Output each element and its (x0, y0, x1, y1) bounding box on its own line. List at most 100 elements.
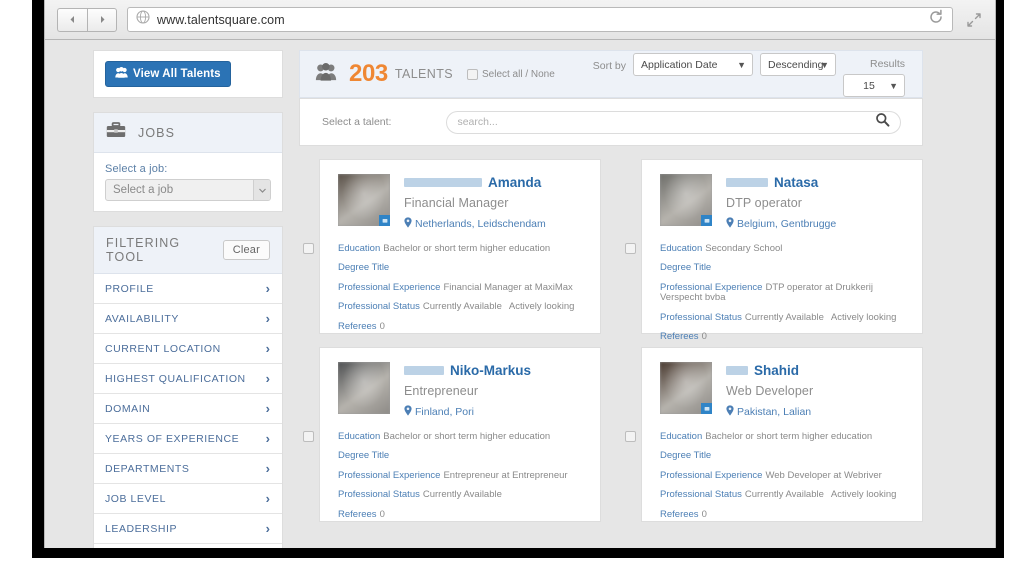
filter-item-leadership[interactable]: LEADERSHIP › (94, 514, 282, 544)
talent-first-name: Shahid (754, 363, 800, 378)
detail-education: Education Bachelor or short term higher e… (338, 431, 585, 442)
view-all-talents-button[interactable]: View All Talents (105, 61, 231, 87)
talent-select-checkbox[interactable] (625, 431, 636, 442)
filter-item-domain[interactable]: DOMAIN › (94, 394, 282, 424)
address-bar[interactable]: www.talentsquare.com (127, 7, 953, 32)
people-group-icon (315, 62, 337, 86)
select-all-control[interactable]: Select all / None (466, 68, 555, 80)
detail-label: Degree Title (660, 262, 712, 274)
detail-label: Referees (660, 331, 699, 343)
search-label: Select a talent: (322, 116, 392, 128)
talent-location: Belgium, Gentbrugge (726, 217, 907, 231)
talent-card-body[interactable]: Shahid Web Developer Pakistan, Lalian Educa… (641, 347, 923, 522)
talent-name: Natasa (726, 175, 907, 190)
detail-label: Referees (338, 320, 377, 332)
detail-professional-experience: Professional Experience Entrepreneur at E… (338, 470, 585, 481)
forward-button[interactable] (87, 7, 117, 32)
expand-icon[interactable] (961, 7, 987, 33)
sort-direction-select[interactable]: Descending ▼ (760, 53, 836, 76)
avatar (338, 362, 390, 414)
select-all-checkbox[interactable] (466, 68, 478, 80)
chevron-right-icon: › (265, 311, 270, 326)
detail-degree-title: Degree Title (338, 263, 585, 273)
talent-first-name: Amanda (488, 175, 542, 190)
clear-filters-button[interactable]: Clear (222, 240, 270, 260)
talent-card: Amanda Financial Manager Netherlands, Leid… (299, 159, 601, 334)
detail-value: Web Developer at Webriver (765, 469, 882, 481)
select-job-dropdown[interactable]: Select a job (105, 179, 271, 201)
results-per-page-value: 15 (863, 79, 875, 92)
results-per-page-select[interactable]: 15 ▼ (843, 74, 905, 97)
detail-referees: Referees 0 (660, 331, 907, 343)
detail-professional-status: Professional Status Currently Available (338, 490, 585, 500)
detail-value: 0 (701, 508, 707, 520)
chevron-right-icon: › (265, 491, 270, 506)
back-button[interactable] (57, 7, 87, 32)
redacted-surname (726, 178, 768, 187)
detail-professional-experience: Professional Experience Financial Manager… (338, 282, 585, 293)
talent-name: Shahid (726, 363, 907, 378)
filtering-tool-header: FILTERING TOOL Clear (94, 227, 282, 274)
filter-item-current-location[interactable]: CURRENT LOCATION › (94, 334, 282, 364)
detail-label: Degree Title (338, 262, 390, 274)
jobs-panel-header: JOBS (94, 113, 282, 153)
detail-value-secondary: Actively looking (830, 489, 897, 501)
talent-role: Financial Manager (404, 196, 509, 210)
detail-value: Bachelor or short term higher education (705, 431, 873, 442)
filter-item-departments[interactable]: DEPARTMENTS › (94, 454, 282, 484)
talent-card-body[interactable]: Amanda Financial Manager Netherlands, Leid… (319, 159, 601, 334)
select-job-label: Select a job: (105, 163, 168, 175)
detail-label: Degree Title (660, 450, 712, 462)
talent-card-body[interactable]: Natasa DTP operator Belgium, Gentbrugge Edu… (641, 159, 923, 342)
talent-role: DTP operator (726, 196, 803, 210)
url-text: www.talentsquare.com (157, 12, 285, 27)
detail-value: Bachelor or short term higher education (383, 431, 551, 442)
globe-icon (136, 10, 150, 29)
select-all-label: Select all / None (481, 68, 555, 80)
talent-location-text: Belgium, Gentbrugge (737, 218, 837, 230)
filter-item-job-level[interactable]: JOB LEVEL › (94, 484, 282, 514)
detail-label: Professional Status (338, 489, 420, 501)
summary-toolbar: 203 TALENTS Select all / None Sort by Ap… (299, 50, 923, 98)
filter-item-fluent-language[interactable]: FLUENT LANGUAGE› (94, 544, 282, 548)
jobs-panel-body: Select a job: Select a job (94, 153, 282, 211)
redacted-surname (404, 366, 444, 375)
filter-item-profile[interactable]: PROFILE › (94, 274, 282, 304)
sort-controls: Sort by Application Date ▼ Descending ▼ … (593, 51, 905, 97)
detail-referees: Referees 0 (660, 508, 907, 520)
jobs-panel: JOBS Select a job: Select a job (93, 112, 283, 212)
talent-card-body[interactable]: Niko-Markus Entrepreneur Finland, Pori Educ… (319, 347, 601, 522)
filter-item-label: JOB LEVEL (105, 492, 166, 505)
map-pin-icon (726, 217, 734, 231)
filter-item-label: DOMAIN (105, 402, 151, 415)
filter-item-label: YEARS OF EXPERIENCE (105, 432, 240, 445)
detail-label: Professional Status (660, 311, 742, 323)
chevron-right-icon: › (265, 431, 270, 446)
filter-item-availability[interactable]: AVAILABILITY › (94, 304, 282, 334)
detail-referees: Referees 0 (338, 320, 585, 332)
filtering-tool-title: FILTERING TOOL (106, 236, 181, 264)
view-all-talents-label: View All Talents (133, 68, 221, 80)
jobs-panel-title: JOBS (138, 125, 176, 140)
nav-buttons (57, 7, 117, 32)
talent-select-checkbox[interactable] (303, 431, 314, 442)
filtering-tool-panel: FILTERING TOOL Clear PROFILE › AVAILABILIT… (93, 226, 283, 548)
sort-field-value: Application Date (641, 58, 718, 71)
search-input[interactable]: search... (446, 110, 902, 134)
sort-field-select[interactable]: Application Date ▼ (633, 53, 753, 76)
filter-item-highest-qualification[interactable]: HIGHEST QUALIFICATION › (94, 364, 282, 394)
talent-select-checkbox[interactable] (625, 243, 636, 254)
filter-item-years-of-experience[interactable]: YEARS OF EXPERIENCE › (94, 424, 282, 454)
talent-first-name: Natasa (774, 175, 819, 190)
reload-icon[interactable] (928, 9, 944, 30)
detail-professional-experience: Professional Experience DTP operator at D… (660, 282, 907, 304)
map-pin-icon (726, 405, 734, 419)
talent-card: Shahid Web Developer Pakistan, Lalian Educa… (621, 347, 923, 522)
forward-arrow-icon (98, 15, 107, 24)
chevron-down-icon: ▼ (889, 80, 898, 91)
filter-item-label: LEADERSHIP (105, 522, 178, 535)
detail-label: Professional Status (660, 489, 742, 501)
talent-select-checkbox[interactable] (303, 243, 314, 254)
search-icon[interactable] (875, 112, 890, 132)
filter-item-label: HIGHEST QUALIFICATION (105, 372, 246, 385)
